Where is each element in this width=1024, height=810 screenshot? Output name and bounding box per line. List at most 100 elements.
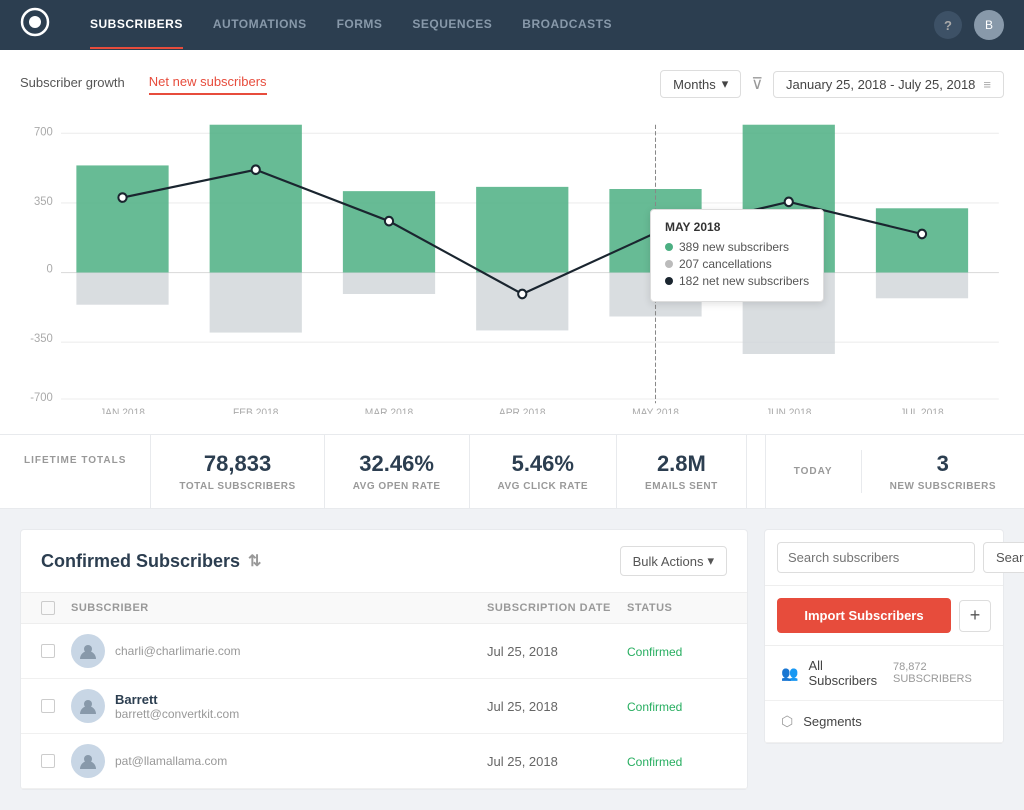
avatar-3 xyxy=(71,744,105,778)
nav-right: ? B xyxy=(934,10,1004,40)
nav-automations[interactable]: AUTOMATIONS xyxy=(213,1,307,49)
calendar-icon: ≡ xyxy=(983,77,991,92)
stat-total-subscribers: 78,833 TOTAL SUBSCRIBERS xyxy=(151,435,324,508)
subscriber-date-2: Jul 25, 2018 xyxy=(487,699,627,714)
avatar-1 xyxy=(71,634,105,668)
nav-forms[interactable]: FORMS xyxy=(337,1,383,49)
chart-tabs: Subscriber growth Net new subscribers xyxy=(20,74,267,95)
logo[interactable] xyxy=(20,7,50,43)
sort-icon[interactable]: ⇅ xyxy=(248,551,261,571)
stats-items: 78,833 TOTAL SUBSCRIBERS 32.46% AVG OPEN… xyxy=(151,435,764,508)
open-rate-label: AVG OPEN RATE xyxy=(353,481,441,492)
click-rate-label: AVG CLICK RATE xyxy=(498,481,589,492)
svg-text:700: 700 xyxy=(34,126,53,138)
today-label-section: TODAY xyxy=(766,450,862,493)
subscriber-status-2: Confirmed xyxy=(627,699,727,714)
row-checkbox-1[interactable] xyxy=(41,644,71,658)
subscriber-date-3: Jul 25, 2018 xyxy=(487,754,627,769)
open-rate-value: 32.46% xyxy=(353,451,441,477)
avatar-2 xyxy=(71,689,105,723)
subscriber-email-1: charli@charlimarie.com xyxy=(115,644,487,658)
stat-open-rate: 32.46% AVG OPEN RATE xyxy=(325,435,470,508)
nav-links: SUBSCRIBERS AUTOMATIONS FORMS SEQUENCES … xyxy=(90,1,934,49)
total-subscribers-value: 78,833 xyxy=(179,451,295,477)
tab-subscriber-growth[interactable]: Subscriber growth xyxy=(20,75,125,94)
subscriber-status-3: Confirmed xyxy=(627,754,727,769)
row-info-3: pat@llamallama.com xyxy=(115,754,487,768)
row-checkbox-3[interactable] xyxy=(41,754,71,768)
lifetime-label: LIFETIME TOTALS xyxy=(24,455,126,466)
svg-text:-700: -700 xyxy=(30,392,53,404)
tooltip-dark-dot xyxy=(665,277,673,285)
filter-icon[interactable]: ⊽ xyxy=(751,74,763,94)
svg-text:350: 350 xyxy=(34,196,53,208)
col-header-subscriber: SUBSCRIBER xyxy=(71,602,487,614)
sidebar-all-subscribers[interactable]: 👥 All Subscribers 78,872 SUBSCRIBERS xyxy=(765,646,1003,701)
nav-broadcasts[interactable]: BROADCASTS xyxy=(522,1,612,49)
months-label: Months xyxy=(673,77,716,92)
tooltip-green-dot xyxy=(665,243,673,251)
stat-click-rate: 5.46% AVG CLICK RATE xyxy=(470,435,618,508)
click-rate-value: 5.46% xyxy=(498,451,589,477)
table-row: Barrett barrett@convertkit.com Jul 25, 2… xyxy=(21,679,747,734)
dropdown-chevron-icon: ▾ xyxy=(722,76,729,92)
nav-subscribers[interactable]: SUBSCRIBERS xyxy=(90,1,183,49)
header-checkbox xyxy=(41,601,71,615)
segments-icon: ⬡ xyxy=(781,713,793,730)
subscribers-header: Confirmed Subscribers ⇅ Bulk Actions ▾ xyxy=(21,530,747,593)
months-dropdown[interactable]: Months ▾ xyxy=(660,70,741,98)
svg-text:JUN 2018: JUN 2018 xyxy=(766,408,812,414)
subscribers-title-text: Confirmed Subscribers xyxy=(41,551,240,572)
row-info-1: charli@charlimarie.com xyxy=(115,644,487,658)
help-button[interactable]: ? xyxy=(934,11,962,39)
tooltip-new: 389 new subscribers xyxy=(665,240,809,254)
bottom-section: Confirmed Subscribers ⇅ Bulk Actions ▾ S… xyxy=(0,509,1024,810)
svg-text:APR 2018: APR 2018 xyxy=(499,408,546,414)
emails-sent-value: 2.8M xyxy=(645,451,718,477)
search-button[interactable]: Search xyxy=(983,542,1024,573)
row-checkbox-2[interactable] xyxy=(41,699,71,713)
all-subscribers-label: All Subscribers xyxy=(808,658,879,688)
subscribers-title: Confirmed Subscribers ⇅ xyxy=(41,551,261,572)
svg-text:MAY 2018: MAY 2018 xyxy=(632,408,679,414)
col-header-date: SUBSCRIPTION DATE xyxy=(487,602,627,614)
tab-net-new[interactable]: Net new subscribers xyxy=(149,74,267,95)
navbar: SUBSCRIBERS AUTOMATIONS FORMS SEQUENCES … xyxy=(0,0,1024,50)
sidebar-segments[interactable]: ⬡ Segments xyxy=(765,701,1003,743)
status-badge-2: Confirmed xyxy=(627,700,682,714)
select-all-checkbox[interactable] xyxy=(41,601,55,615)
avatar[interactable]: B xyxy=(974,10,1004,40)
subscribers-panel: Confirmed Subscribers ⇅ Bulk Actions ▾ S… xyxy=(20,529,748,790)
svg-text:MAR 2018: MAR 2018 xyxy=(365,408,414,414)
chart-container: 700 350 0 -350 -700 xyxy=(20,114,1004,414)
tooltip-cancel: 207 cancellations xyxy=(665,257,809,271)
subscriber-name-2: Barrett xyxy=(115,692,487,707)
stats-bar: LIFETIME TOTALS 78,833 TOTAL SUBSCRIBERS… xyxy=(0,435,1024,509)
today-label: TODAY xyxy=(794,466,833,477)
nav-sequences[interactable]: SEQUENCES xyxy=(412,1,492,49)
table-row: pat@llamallama.com Jul 25, 2018 Confirme… xyxy=(21,734,747,789)
svg-text:JUL 2018: JUL 2018 xyxy=(900,408,944,414)
subscriber-email-3: pat@llamallama.com xyxy=(115,754,487,768)
tooltip-gray-dot xyxy=(665,260,673,268)
chart-tooltip: MAY 2018 389 new subscribers 207 cancell… xyxy=(650,209,824,302)
lifetime-label-section: LIFETIME TOTALS xyxy=(0,435,151,508)
bulk-actions-dropdown[interactable]: Bulk Actions ▾ xyxy=(620,546,727,576)
users-icon: 👥 xyxy=(781,665,798,682)
date-range-picker[interactable]: January 25, 2018 - July 25, 2018 ≡ xyxy=(773,71,1004,98)
new-subscribers-today-label: NEW SUBSCRIBERS xyxy=(890,481,996,492)
total-subscribers-label: TOTAL SUBSCRIBERS xyxy=(179,481,295,492)
emails-sent-label: EMAILS SENT xyxy=(645,481,718,492)
status-badge-3: Confirmed xyxy=(627,755,682,769)
stat-new-subscribers-today: 3 NEW SUBSCRIBERS xyxy=(862,435,1024,508)
tooltip-month: MAY 2018 xyxy=(665,220,809,234)
new-subscribers-today-value: 3 xyxy=(890,451,996,477)
search-input[interactable] xyxy=(777,542,975,573)
svg-text:0: 0 xyxy=(47,263,53,275)
stat-emails-sent: 2.8M EMAILS SENT xyxy=(617,435,747,508)
svg-text:FEB 2018: FEB 2018 xyxy=(233,408,279,414)
svg-text:-350: -350 xyxy=(30,333,53,345)
import-subscribers-button[interactable]: Import Subscribers xyxy=(777,598,951,633)
subscriber-email-2: barrett@convertkit.com xyxy=(115,707,487,721)
add-button[interactable]: + xyxy=(959,600,991,632)
